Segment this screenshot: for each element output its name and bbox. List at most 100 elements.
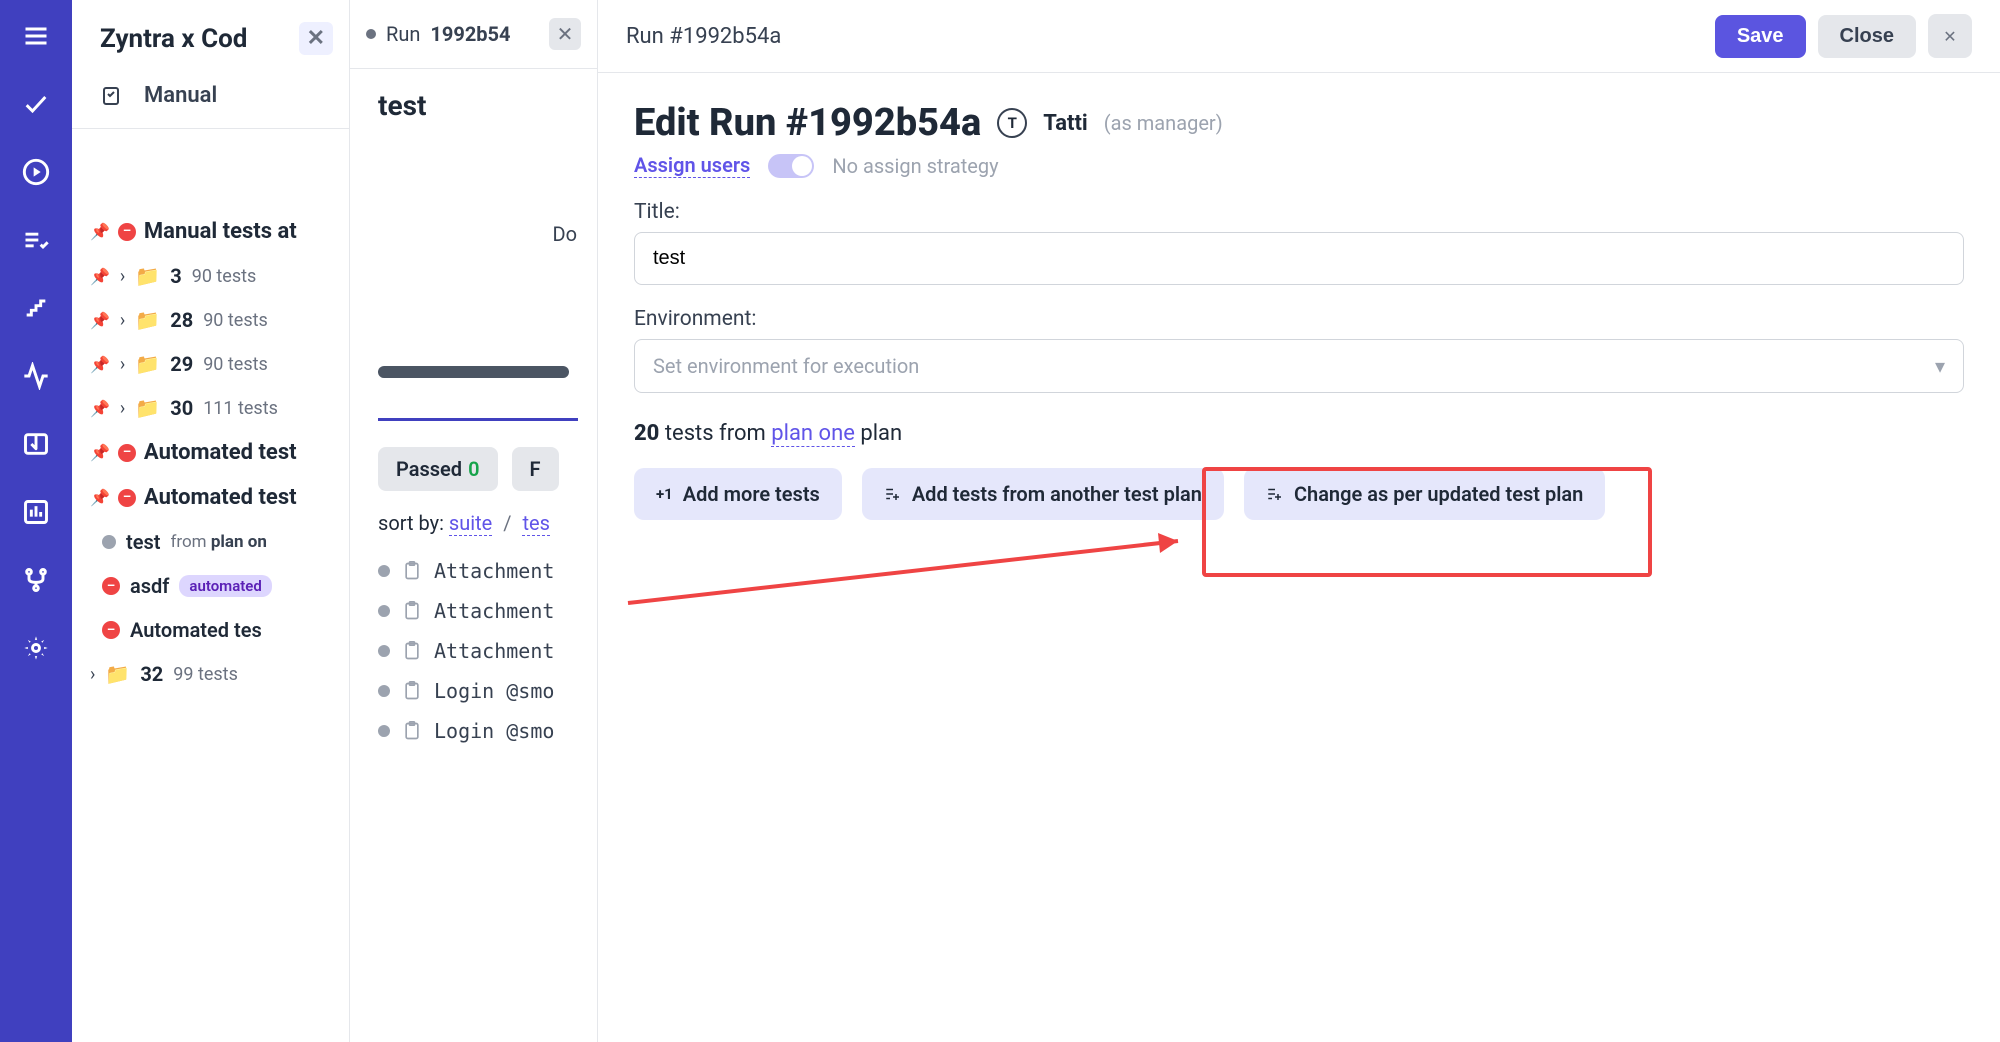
sort-suite-link[interactable]: suite xyxy=(449,511,492,536)
status-dot-icon xyxy=(366,29,376,39)
list-check-icon[interactable] xyxy=(20,224,52,256)
activity-icon[interactable] xyxy=(20,360,52,392)
import-icon[interactable] xyxy=(20,428,52,460)
manual-tab[interactable]: Manual xyxy=(72,65,349,129)
status-dot-icon xyxy=(378,605,390,617)
group-automated[interactable]: 📌 – Automated test xyxy=(72,475,349,520)
status-red-icon: – xyxy=(118,489,136,507)
close-tab-icon[interactable]: ✕ xyxy=(549,18,581,50)
pin-icon: 📌 xyxy=(90,443,110,462)
status-dot-icon xyxy=(378,725,390,737)
test-item[interactable]: Attachment xyxy=(378,551,597,591)
group-automated[interactable]: 📌 – Automated test xyxy=(72,430,349,475)
folder-row[interactable]: 📌›📁2890 tests xyxy=(72,298,349,342)
edit-run-panel: Run #1992b54a Save Close ✕ Edit Run #199… xyxy=(598,0,2000,1042)
avatar: T xyxy=(997,108,1027,138)
strategy-label: No assign strategy xyxy=(832,154,998,178)
plus-one-icon: +1 xyxy=(656,485,673,503)
sidebar: Zyntra x Cod ✕ Manual 📌 – Manual tests a… xyxy=(72,0,350,1042)
branch-icon[interactable] xyxy=(20,564,52,596)
chevron-down-icon: ▾ xyxy=(1935,354,1945,378)
play-circle-icon[interactable] xyxy=(20,156,52,188)
chevron-right-icon[interactable]: › xyxy=(90,664,95,685)
pin-icon: 📌 xyxy=(90,488,110,507)
folder-row[interactable]: 📌›📁390 tests xyxy=(72,254,349,298)
status-red-icon: – xyxy=(102,577,120,595)
title-input[interactable] xyxy=(634,232,1964,285)
plan-link[interactable]: plan one xyxy=(771,421,855,447)
test-tree: 📌 – Manual tests at 📌›📁390 tests 📌›📁2890… xyxy=(72,129,349,696)
add-more-tests-button[interactable]: +1 Add more tests xyxy=(634,468,842,520)
run-detail-column: Run 1992b54 ✕ test Do Passed 0 F sort by… xyxy=(350,0,598,1042)
status-red-icon: – xyxy=(118,444,136,462)
sort-test-link[interactable]: tes xyxy=(522,511,549,536)
group-manual[interactable]: 📌 – Manual tests at xyxy=(72,209,349,254)
run-item[interactable]: test from plan on xyxy=(72,520,349,564)
environment-select[interactable]: Set environment for execution ▾ xyxy=(634,339,1964,393)
test-list: Attachment Attachment Attachment Login @… xyxy=(350,541,597,751)
test-item[interactable]: Login @smo xyxy=(378,671,597,711)
check-icon[interactable] xyxy=(20,88,52,120)
close-button[interactable]: Close xyxy=(1818,15,1916,58)
save-button[interactable]: Save xyxy=(1715,15,1806,58)
page-title: Edit Run #1992b54a xyxy=(634,101,981,145)
status-gray-icon xyxy=(102,535,116,549)
settings-icon[interactable] xyxy=(20,632,52,664)
add-from-another-plan-button[interactable]: Add tests from another test plan xyxy=(862,468,1224,520)
pin-icon: 📌 xyxy=(90,399,110,418)
close-project-icon[interactable]: ✕ xyxy=(299,22,333,55)
folder-row[interactable]: ›📁3299 tests xyxy=(72,652,349,696)
folder-icon: 📁 xyxy=(105,662,130,686)
status-red-icon: – xyxy=(102,621,120,639)
status-red-icon: – xyxy=(118,223,136,241)
status-dot-icon xyxy=(378,645,390,657)
test-item[interactable]: Attachment xyxy=(378,631,597,671)
chevron-right-icon[interactable]: › xyxy=(120,310,125,331)
list-plus-icon xyxy=(884,485,902,503)
pin-icon: 📌 xyxy=(90,222,110,241)
progress-bar xyxy=(378,366,569,378)
assign-toggle[interactable] xyxy=(768,154,814,178)
tests-from: 20 tests from plan one plan xyxy=(634,421,1964,446)
sort-row: sort by: suite / tes xyxy=(350,505,597,541)
change-per-updated-plan-button[interactable]: Change as per updated test plan xyxy=(1244,468,1605,520)
project-title: Zyntra x Cod xyxy=(100,24,247,54)
status-dot-icon xyxy=(378,685,390,697)
environment-label: Environment: xyxy=(634,307,1964,331)
vertical-nav xyxy=(0,0,72,1042)
chevron-right-icon[interactable]: › xyxy=(120,354,125,375)
chevron-right-icon[interactable]: › xyxy=(120,398,125,419)
bar-chart-icon[interactable] xyxy=(20,496,52,528)
assign-users-link[interactable]: Assign users xyxy=(634,153,750,178)
filter-failed[interactable]: F xyxy=(512,447,559,491)
folder-row[interactable]: 📌›📁30111 tests xyxy=(72,386,349,430)
filter-passed[interactable]: Passed 0 xyxy=(378,447,498,491)
stairs-icon[interactable] xyxy=(20,292,52,324)
folder-icon: 📁 xyxy=(135,308,160,332)
folder-icon: 📁 xyxy=(135,352,160,376)
menu-icon[interactable] xyxy=(20,20,52,52)
pin-icon: 📌 xyxy=(90,355,110,374)
breadcrumb: Run #1992b54a xyxy=(626,24,781,49)
automated-badge: automated xyxy=(179,575,271,597)
run-tab[interactable]: Run 1992b54 ✕ xyxy=(350,0,597,69)
title-label: Title: xyxy=(634,200,1964,224)
test-item[interactable]: Login @smo xyxy=(378,711,597,751)
folder-row[interactable]: 📌›📁2990 tests xyxy=(72,342,349,386)
pin-icon: 📌 xyxy=(90,267,110,286)
test-item[interactable]: Attachment xyxy=(378,591,597,631)
user-role: (as manager) xyxy=(1104,111,1223,135)
username: Tatti xyxy=(1043,111,1088,136)
close-x-button[interactable]: ✕ xyxy=(1928,14,1972,58)
annotation-arrow xyxy=(618,523,1218,613)
list-plus-icon xyxy=(1266,485,1284,503)
run-item[interactable]: – asdf automated xyxy=(72,564,349,608)
pin-icon: 📌 xyxy=(90,311,110,330)
run-item[interactable]: – Automated tes xyxy=(72,608,349,652)
run-title: test xyxy=(350,69,597,142)
do-label: Do xyxy=(350,142,597,246)
folder-icon: 📁 xyxy=(135,264,160,288)
status-dot-icon xyxy=(378,565,390,577)
chevron-right-icon[interactable]: › xyxy=(120,266,125,287)
folder-icon: 📁 xyxy=(135,396,160,420)
